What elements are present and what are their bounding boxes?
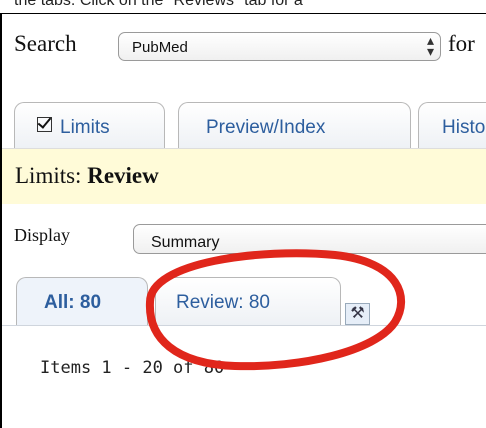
tab-limits-label: Limits [60, 117, 110, 138]
tab-review-results[interactable]: Review: 80 [155, 277, 341, 325]
limits-checkbox[interactable] [37, 117, 52, 133]
tab-preview-index-label: Preview/Index [206, 117, 326, 138]
tab-limits[interactable]: Limits [14, 102, 165, 148]
instruction-text: the tabs. Click on the "Reviews" tab for… [14, 0, 303, 9]
tab-preview-index[interactable]: Preview/Index [178, 102, 411, 148]
limits-bar: Limits: Review [2, 148, 486, 204]
limits-prefix: Limits: [15, 163, 82, 188]
tab-all-results[interactable]: All: 80 [16, 277, 148, 325]
tools-icon[interactable]: ⚒ [345, 303, 370, 325]
limits-value: Review [87, 163, 159, 188]
display-label: Display [14, 225, 70, 245]
database-select-value: PubMed [132, 39, 188, 56]
for-label: for [448, 31, 475, 56]
tab-review-label: Review: 80 [176, 292, 270, 313]
tab-history[interactable]: History [418, 102, 486, 148]
tab-history-label: History [442, 117, 486, 138]
tab-divider [2, 325, 486, 326]
items-count: Items 1 - 20 of 80 [40, 358, 225, 378]
database-select[interactable]: PubMed ▴ ▾ [118, 32, 441, 61]
updown-arrows-icon: ▴ ▾ [426, 32, 434, 59]
display-select[interactable]: Summary [133, 224, 486, 254]
tab-all-label: All: 80 [44, 292, 102, 313]
display-select-value: Summary [151, 234, 220, 251]
search-label: Search [14, 31, 77, 56]
